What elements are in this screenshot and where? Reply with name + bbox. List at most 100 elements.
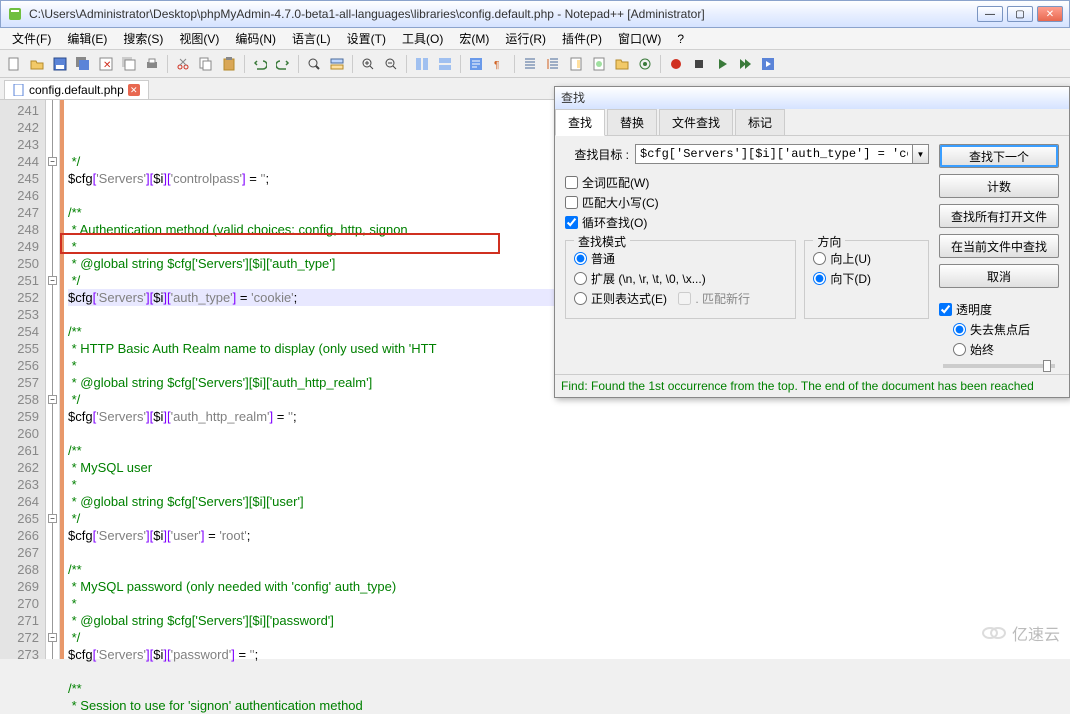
copy-icon[interactable] [196,54,216,74]
whitespace-icon[interactable]: ¶ [489,54,509,74]
new-file-icon[interactable] [4,54,24,74]
wrap-icon[interactable] [466,54,486,74]
stop-icon[interactable] [689,54,709,74]
menu-item[interactable]: 文件(F) [4,28,59,49]
menu-item[interactable]: 运行(R) [497,28,554,49]
find-icon[interactable] [304,54,324,74]
code-line: * [68,476,1066,493]
menu-item[interactable]: 编辑(E) [59,28,115,49]
trans-lose-label: 失去焦点后 [970,321,1030,338]
print-icon[interactable] [142,54,162,74]
record-icon[interactable] [666,54,686,74]
doc-map-icon[interactable] [566,54,586,74]
cancel-button[interactable]: 取消 [939,264,1059,288]
trans-always-radio[interactable] [953,343,966,356]
menu-item[interactable]: 宏(M) [451,28,497,49]
replace-icon[interactable] [327,54,347,74]
find-dialog: 查找 查找替换文件查找标记 查找目标 : ▼ 全词匹配(W) 匹配大小写(C) … [554,86,1070,398]
dir-down-radio[interactable] [813,272,826,285]
save-macro-icon[interactable] [758,54,778,74]
find-input[interactable] [635,144,913,164]
dir-up-label: 向上(U) [830,250,871,267]
file-tab[interactable]: config.default.php ✕ [4,80,149,99]
code-line: /** [68,561,1066,578]
sync-h-icon[interactable] [435,54,455,74]
dir-up-radio[interactable] [813,252,826,265]
find-tab[interactable]: 标记 [735,109,785,135]
fold-toggle[interactable]: − [48,157,57,166]
find-tab[interactable]: 文件查找 [659,109,733,135]
code-line: * @global string $cfg['Servers'][$i]['us… [68,493,1066,510]
code-line: $cfg['Servers'][$i]['password'] = ''; [68,646,1066,663]
find-next-button[interactable]: 查找下一个 [939,144,1059,168]
find-tab[interactable]: 查找 [555,109,605,136]
minimize-button[interactable]: — [977,6,1003,22]
paste-icon[interactable] [219,54,239,74]
menu-item[interactable]: 搜索(S) [115,28,171,49]
func-list-icon[interactable] [589,54,609,74]
redo-icon[interactable] [273,54,293,74]
match-case-checkbox[interactable] [565,196,578,209]
fold-toggle[interactable]: − [48,514,57,523]
close-file-icon[interactable]: ✕ [96,54,116,74]
menu-item[interactable]: 窗口(W) [610,28,669,49]
menu-item[interactable]: 设置(T) [339,28,394,49]
close-all-icon[interactable] [119,54,139,74]
code-line: * Session to use for 'signon' authentica… [68,697,1066,714]
count-button[interactable]: 计数 [939,174,1059,198]
zoom-out-icon[interactable] [381,54,401,74]
find-in-current-button[interactable]: 在当前文件中查找 [939,234,1059,258]
menu-item[interactable]: 工具(O) [394,28,451,49]
find-tab[interactable]: 替换 [607,109,657,135]
indent-guide-icon[interactable] [520,54,540,74]
mode-regex-radio[interactable] [574,292,587,305]
fold-toggle[interactable]: − [48,633,57,642]
dropdown-icon[interactable]: ▼ [913,144,929,164]
app-icon [7,6,23,22]
fold-column[interactable]: − − − − − [46,100,60,659]
code-line: */ [68,510,1066,527]
fold-toggle[interactable]: − [48,276,57,285]
code-line: * @global string $cfg['Servers'][$i]['pa… [68,612,1066,629]
find-status: Find: Found the 1st occurrence from the … [555,374,1069,397]
close-button[interactable]: ✕ [1037,6,1063,22]
zoom-in-icon[interactable] [358,54,378,74]
menu-item[interactable]: ? [669,30,692,48]
folder-margin-icon[interactable] [543,54,563,74]
menu-item[interactable]: 视图(V) [171,28,227,49]
transparency-label: 透明度 [956,301,992,318]
play-icon[interactable] [712,54,732,74]
mode-ext-radio[interactable] [574,272,587,285]
open-icon[interactable] [27,54,47,74]
fold-toggle[interactable]: − [48,395,57,404]
folder-icon[interactable] [612,54,632,74]
menu-item[interactable]: 语言(L) [284,28,339,49]
trans-lose-radio[interactable] [953,323,966,336]
title-bar: C:\Users\Administrator\Desktop\phpMyAdmi… [0,0,1070,28]
line-numbers: 2412422432442452462472482492502512522532… [0,100,46,659]
window-title: C:\Users\Administrator\Desktop\phpMyAdmi… [29,7,977,21]
code-line [68,425,1066,442]
monitor-icon[interactable] [635,54,655,74]
menu-item[interactable]: 编码(N) [227,28,284,49]
save-all-icon[interactable] [73,54,93,74]
transparency-checkbox[interactable] [939,303,952,316]
mode-normal-radio[interactable] [574,252,587,265]
transparency-slider[interactable] [943,364,1055,368]
whole-word-checkbox[interactable] [565,176,578,189]
toolbar: ✕ ¶ [0,50,1070,78]
maximize-button[interactable]: ▢ [1007,6,1033,22]
code-line: $cfg['Servers'][$i]['user'] = 'root'; [68,527,1066,544]
find-all-button[interactable]: 查找所有打开文件 [939,204,1059,228]
mode-group-title: 查找模式 [574,233,630,250]
wrap-checkbox[interactable] [565,216,578,229]
undo-icon[interactable] [250,54,270,74]
find-dialog-title: 查找 [555,87,1069,109]
code-line: /** [68,442,1066,459]
save-icon[interactable] [50,54,70,74]
cut-icon[interactable] [173,54,193,74]
play-multi-icon[interactable] [735,54,755,74]
sync-v-icon[interactable] [412,54,432,74]
menu-item[interactable]: 插件(P) [554,28,610,49]
close-tab-icon[interactable]: ✕ [128,84,140,96]
